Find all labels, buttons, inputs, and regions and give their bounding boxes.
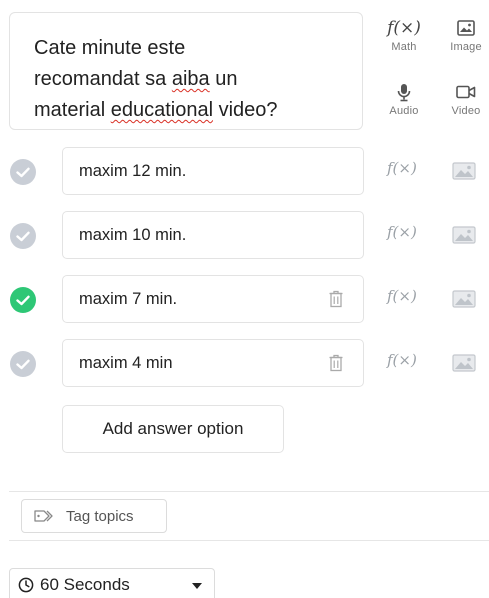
answer-option-text: maxim 12 min. [79,161,187,180]
audio-button[interactable]: Audio [382,82,426,126]
misspelled-word: aiba [171,68,210,90]
image-label: Image [450,41,482,53]
microphone-icon [397,83,411,101]
video-camera-icon [456,85,476,99]
option-image-icon[interactable] [452,225,476,245]
divider [9,491,489,492]
trash-icon[interactable] [328,354,344,372]
video-label: Video [451,105,481,117]
option-math-icon[interactable]: f(×) [387,159,417,177]
question-text: Cate minute este recomandat sa aiba un m… [34,37,278,121]
question-text-field[interactable]: Cate minute este recomandat sa aiba un m… [9,12,363,130]
add-answer-option-button[interactable]: Add answer option [62,405,284,453]
answer-option-text: maxim 4 min [79,353,173,372]
mark-correct-toggle[interactable] [10,351,36,377]
option-math-icon[interactable]: f(×) [387,223,417,241]
option-math-icon[interactable]: f(×) [387,287,417,305]
divider [9,540,489,541]
option-image-icon[interactable] [452,161,476,181]
check-icon [16,167,30,177]
option-math-icon[interactable]: f(×) [387,351,417,369]
time-limit-value: 60 Seconds [40,575,130,594]
answer-option-row: maxim 10 min. f(×) [0,211,489,259]
check-icon [16,231,30,241]
math-button[interactable]: f(×) Math [382,18,426,62]
option-image-icon[interactable] [452,289,476,309]
check-icon [16,295,30,305]
audio-label: Audio [389,105,419,117]
answer-option-field[interactable]: maxim 10 min. [62,211,364,259]
image-button[interactable]: Image [444,18,488,62]
trash-icon[interactable] [328,290,344,308]
option-image-icon[interactable] [452,353,476,373]
answer-option-text: maxim 10 min. [79,225,187,244]
answer-option-row: maxim 4 min f(×) [0,339,489,387]
mark-correct-toggle[interactable] [10,159,36,185]
math-icon: f(×) [387,18,421,38]
tag-icon [34,510,53,522]
check-icon [16,359,30,369]
answer-option-field[interactable]: maxim 4 min [62,339,364,387]
mark-correct-toggle[interactable] [10,223,36,249]
add-answer-option-label: Add answer option [102,419,244,438]
time-limit-dropdown[interactable]: 60 Seconds [9,568,215,598]
answer-option-row: maxim 7 min. f(×) [0,275,489,323]
answer-option-field[interactable]: maxim 7 min. [62,275,364,323]
answer-option-field[interactable]: maxim 12 min. [62,147,364,195]
math-label: Math [391,41,417,53]
misspelled-word: educational [110,99,214,121]
clock-icon [18,577,34,593]
mark-correct-toggle[interactable] [10,287,36,313]
video-button[interactable]: Video [444,82,488,126]
chevron-down-icon [192,583,202,589]
tag-topics-button[interactable]: Tag topics [21,499,167,533]
answer-option-text: maxim 7 min. [79,289,178,308]
tag-topics-label: Tag topics [66,507,134,525]
image-icon [457,20,475,36]
answer-option-row: maxim 12 min. f(×) [0,147,489,195]
